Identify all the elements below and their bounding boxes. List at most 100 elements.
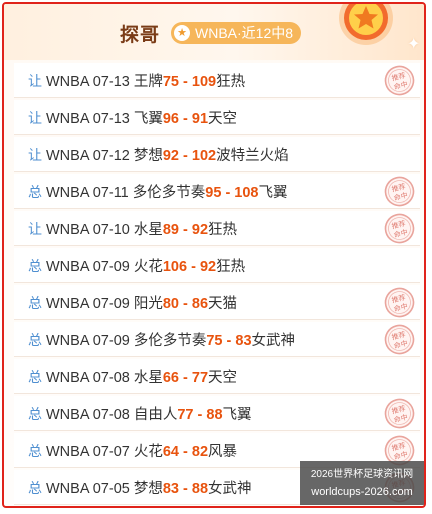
record-badge: ★ WNBA·近12中8 — [171, 22, 302, 44]
match-date: 07-13 — [92, 111, 130, 127]
match-text: WNBA 07-09 多伦多节奏75 - 83女武神 — [46, 329, 295, 350]
list-item[interactable]: 让 WNBA 07-13 王牌75 - 109狂热 推荐 命中 — [14, 63, 420, 98]
league: WNBA — [46, 407, 89, 423]
match-score: 89 - 92 — [162, 222, 209, 238]
match-date: 07-10 — [92, 222, 130, 238]
card-header: 探哥 ★ WNBA·近12中8 ✦ — [4, 4, 424, 60]
bet-type: 总 — [28, 369, 42, 385]
match-text: WNBA 07-07 火花64 - 82风暴 — [46, 440, 237, 461]
away-team: 飞翼 — [258, 185, 288, 201]
record-badge-label: WNBA·近12中8 — [195, 25, 294, 41]
away-team: 天空 — [208, 370, 238, 386]
match-text: WNBA 07-12 梦想92 - 102波特兰火焰 — [46, 144, 289, 165]
match-date: 07-08 — [92, 370, 130, 386]
hit-stamp-icon: 推荐命中 — [384, 324, 415, 355]
tipster-name: 探哥 — [120, 25, 161, 46]
list-item[interactable]: 总 WNBA 07-08 水星66 - 77天空 — [14, 359, 420, 394]
match-score: 75 - 83 — [206, 333, 252, 349]
list-item[interactable]: 让 WNBA 07-12 梦想92 - 102波特兰火焰 — [14, 137, 420, 172]
match-score: 66 - 77 — [162, 370, 209, 386]
away-team: 风暴 — [208, 444, 238, 460]
list-item[interactable]: 总 WNBA 07-09 火花106 - 92狂热 — [14, 248, 420, 283]
match-text: WNBA 07-09 阳光80 - 86天猫 — [46, 292, 237, 313]
home-team: 飞翼 — [133, 111, 163, 127]
match-date: 07-09 — [92, 259, 130, 275]
league: WNBA — [46, 481, 89, 497]
home-team: 王牌 — [133, 74, 163, 90]
away-team: 天空 — [208, 111, 238, 127]
away-team: 天猫 — [208, 296, 238, 312]
medal-icon — [339, 4, 393, 45]
hit-stamp-icon: 推荐命中 — [384, 287, 415, 318]
list-item[interactable]: 总 WNBA 07-09 阳光80 - 86天猫 推荐 命中 — [14, 285, 420, 320]
league: WNBA — [46, 296, 89, 312]
match-text: WNBA 07-13 飞翼96 - 91天空 — [46, 107, 237, 128]
star-icon: ★ — [174, 25, 190, 41]
hit-stamp-icon: 推荐命中 — [384, 176, 415, 207]
hit-stamp-icon: 推荐命中 — [384, 213, 415, 244]
hit-stamp-icon: 推荐命中 — [384, 65, 415, 96]
bet-type: 总 — [28, 406, 42, 422]
match-score: 77 - 88 — [177, 407, 223, 423]
bet-type: 总 — [28, 295, 42, 311]
away-team: 飞翼 — [222, 407, 252, 423]
league: WNBA — [46, 259, 89, 275]
tipster-card: 探哥 ★ WNBA·近12中8 ✦ 让 WNBA 07-13 王牌75 - 109… — [2, 2, 426, 508]
record-list: 让 WNBA 07-13 王牌75 - 109狂热 推荐 命中让 WNBA 07-13 … — [14, 63, 420, 506]
league: WNBA — [46, 444, 89, 460]
away-team: 波特兰火焰 — [216, 148, 289, 164]
hit-stamp-icon: 推荐命中 — [384, 398, 415, 429]
away-team: 狂热 — [216, 259, 246, 275]
home-team: 火花 — [133, 444, 163, 460]
match-score: 83 - 88 — [162, 481, 209, 497]
bet-type: 总 — [28, 258, 42, 274]
match-date: 07-08 — [92, 407, 130, 423]
sparkle-icon: ✦ — [407, 36, 421, 53]
bet-type: 让 — [28, 73, 42, 89]
home-team: 水星 — [133, 222, 163, 238]
bet-type: 让 — [28, 110, 42, 126]
match-text: WNBA 07-08 水星66 - 77天空 — [46, 366, 237, 387]
home-team: 多伦多节奏 — [133, 333, 207, 349]
watermark-line2: worldcups-2026.com — [311, 486, 413, 498]
home-team: 梦想 — [133, 148, 163, 164]
match-date: 07-12 — [92, 148, 130, 164]
match-date: 07-05 — [92, 481, 130, 497]
bet-type: 让 — [28, 147, 42, 163]
home-team: 阳光 — [133, 296, 163, 312]
list-item[interactable]: 总 WNBA 07-08 自由人77 - 88飞翼 推荐 命中 — [14, 396, 420, 431]
away-team: 狂热 — [216, 74, 246, 90]
match-text: WNBA 07-05 梦想83 - 88女武神 — [46, 477, 252, 498]
match-score: 75 - 109 — [162, 74, 217, 90]
watermark: 2026世界杯足球资讯网 worldcups-2026.com — [300, 461, 424, 505]
match-score: 96 - 91 — [162, 111, 209, 127]
home-team: 火花 — [133, 259, 163, 275]
league: WNBA — [46, 74, 89, 90]
list-item[interactable]: 让 WNBA 07-13 飞翼96 - 91天空 — [14, 100, 420, 135]
bet-type: 总 — [28, 480, 42, 496]
match-text: WNBA 07-08 自由人77 - 88飞翼 — [46, 403, 252, 424]
away-team: 女武神 — [251, 333, 296, 349]
match-date: 07-09 — [92, 333, 130, 349]
match-date: 07-11 — [92, 185, 129, 201]
bet-type: 总 — [28, 443, 42, 459]
league: WNBA — [46, 111, 89, 127]
match-score: 95 - 108 — [205, 185, 259, 201]
bet-type: 总 — [28, 184, 42, 200]
league: WNBA — [46, 333, 89, 349]
league: WNBA — [46, 185, 89, 201]
list-item[interactable]: 总 WNBA 07-11 多伦多节奏95 - 108飞翼 推荐 命中 — [14, 174, 420, 209]
match-date: 07-07 — [92, 444, 130, 460]
bet-type: 让 — [28, 221, 42, 237]
home-team: 梦想 — [133, 481, 163, 497]
list-item[interactable]: 总 WNBA 07-09 多伦多节奏75 - 83女武神 推荐 命中 — [14, 322, 420, 357]
list-item[interactable]: 让 WNBA 07-10 水星89 - 92狂热 推荐 命中 — [14, 211, 420, 246]
league: WNBA — [46, 370, 89, 386]
match-score: 92 - 102 — [162, 148, 217, 164]
home-team: 水星 — [133, 370, 163, 386]
league: WNBA — [46, 148, 89, 164]
match-text: WNBA 07-10 水星89 - 92狂热 — [46, 218, 237, 239]
home-team: 多伦多节奏 — [132, 185, 206, 201]
match-date: 07-09 — [92, 296, 130, 312]
match-text: WNBA 07-11 多伦多节奏95 - 108飞翼 — [46, 181, 288, 202]
